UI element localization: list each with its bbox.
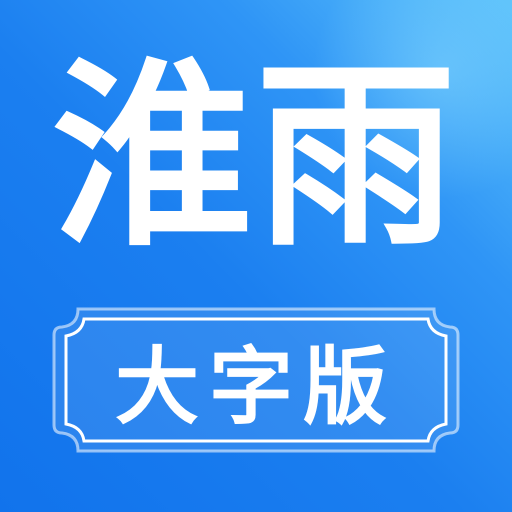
app-icon: 淮雨 大字版: [0, 0, 512, 512]
app-title: 淮雨: [51, 41, 460, 274]
edition-badge: 大字版: [50, 305, 462, 455]
badge-label: 大字版: [114, 337, 397, 436]
